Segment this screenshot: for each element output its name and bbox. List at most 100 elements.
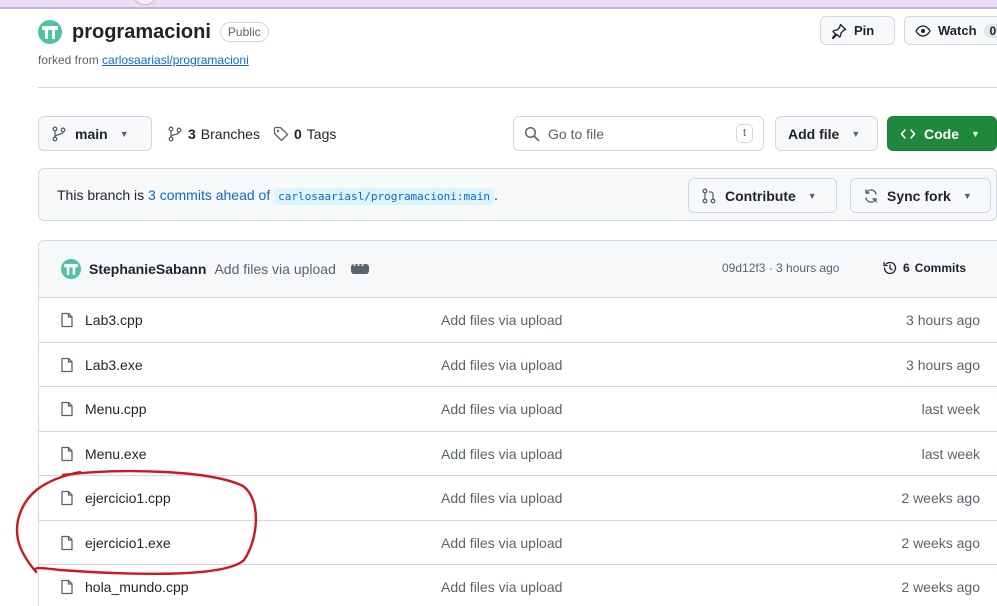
commits-ahead-link[interactable]: 3 commits ahead of (148, 187, 270, 203)
file-row[interactable]: Lab3.cpp Add files via upload 3 hours ago (39, 298, 997, 343)
file-row[interactable]: Menu.exe Add files via upload last week (39, 432, 997, 476)
file-icon (61, 401, 73, 417)
commit-author[interactable]: StephanieSabann (89, 261, 206, 277)
fork-status-suffix: . (494, 187, 498, 203)
chevron-down-icon: ▼ (971, 128, 980, 139)
fork-status-text: This branch is 3 commits ahead of carlos… (57, 187, 498, 205)
branch-name: main (75, 125, 108, 142)
shortcut-key: t (735, 124, 753, 143)
branch-selector[interactable]: main ▼ (38, 116, 152, 151)
commit-hash-time[interactable]: 09d12f3 · 3 hours ago (722, 261, 839, 275)
forked-prefix: forked from (38, 53, 99, 67)
file-commit-message[interactable]: Add files via upload (441, 446, 562, 462)
author-avatar-icon[interactable] (61, 259, 81, 279)
repo-header: programacioni Public (38, 20, 269, 44)
commit-message[interactable]: Add files via upload (214, 261, 335, 277)
pin-button[interactable]: Pin (820, 16, 895, 45)
repo-name[interactable]: programacioni (72, 21, 211, 44)
watch-count: 0 (983, 23, 997, 38)
chevron-down-icon: ▼ (962, 190, 972, 201)
git-branch-icon (52, 126, 66, 141)
file-row[interactable]: Lab3.exe Add files via upload 3 hours ago (39, 343, 997, 387)
file-icon (61, 312, 73, 328)
sync-fork-button[interactable]: Sync fork ▼ (850, 178, 991, 213)
tag-icon (273, 126, 289, 141)
code-label: Code (924, 125, 959, 142)
file-row[interactable]: ejercicio1.cpp Add files via upload 2 week… (39, 476, 997, 521)
file-commit-date: 2 weeks ago (901, 534, 980, 551)
fork-status-prefix: This branch is (57, 187, 145, 203)
upstream-ref[interactable]: carlosaariasl/programacioni:main (274, 188, 495, 205)
file-commit-message[interactable]: Add files via upload (441, 312, 562, 328)
git-branch-icon (168, 126, 182, 141)
chevron-down-icon: ▼ (807, 190, 817, 201)
file-commit-date: 2 weeks ago (901, 490, 980, 506)
file-icon (61, 357, 73, 372)
branches-label: Branches (200, 125, 260, 142)
chevron-down-icon: ▼ (119, 128, 129, 139)
file-name[interactable]: Lab3.cpp (85, 312, 143, 328)
eye-icon (915, 24, 931, 37)
file-rows: Lab3.cpp Add files via upload 3 hours ago L… (39, 298, 997, 606)
tags-count: 0 (294, 125, 302, 142)
add-file-button[interactable]: Add file ▼ (775, 116, 878, 151)
file-commit-message[interactable]: Add files via upload (441, 401, 562, 417)
file-icon (61, 490, 73, 506)
file-name[interactable]: ejercicio1.exe (85, 535, 171, 551)
file-name[interactable]: ejercicio1.cpp (85, 490, 171, 506)
history-icon (883, 261, 897, 275)
visibility-badge: Public (219, 22, 269, 42)
pin-icon (831, 23, 847, 39)
pull-request-icon (702, 188, 716, 203)
pin-label: Pin (854, 23, 875, 38)
code-icon (900, 128, 916, 139)
file-commit-date: 3 hours ago (906, 312, 980, 328)
browser-top-strip (0, 0, 997, 11)
file-row[interactable]: Menu.cpp Add files via upload last week (39, 387, 997, 432)
file-icon (61, 579, 73, 595)
tags-label: Tags (306, 125, 337, 142)
file-commit-message[interactable]: Add files via upload (441, 357, 562, 373)
commit-details-button[interactable] (350, 258, 369, 274)
latest-commit-bar: StephanieSabann Add files via upload 09d… (39, 241, 997, 298)
fork-status-box: This branch is 3 commits ahead of carlos… (38, 168, 997, 221)
file-commit-date: last week (921, 445, 980, 462)
go-to-file-placeholder: Go to file (548, 125, 605, 142)
sync-icon (865, 188, 877, 203)
file-commit-message[interactable]: Add files via upload (441, 579, 562, 595)
contribute-button[interactable]: Contribute ▼ (688, 178, 837, 213)
branches-count: 3 (188, 125, 196, 142)
file-row[interactable]: hola_mundo.cpp Add files via upload 2 week… (39, 565, 997, 606)
tags-link[interactable]: 0 Tags (273, 116, 336, 151)
chevron-down-icon: ▼ (851, 128, 861, 139)
file-name[interactable]: hola_mundo.cpp (85, 579, 189, 595)
search-icon (524, 126, 540, 141)
file-icon (61, 535, 73, 550)
file-commit-date: 2 weeks ago (901, 579, 980, 595)
file-commit-message[interactable]: Add files via upload (441, 535, 562, 551)
file-commit-message[interactable]: Add files via upload (441, 490, 562, 506)
forked-from: forked from carlosaariasl/programacioni (38, 53, 249, 67)
go-to-file-input[interactable]: Go to file t (513, 116, 764, 151)
watch-button[interactable]: Watch 0 (904, 16, 997, 45)
file-name[interactable]: Menu.exe (85, 446, 146, 462)
commits-label: Commits (914, 261, 967, 275)
file-list: StephanieSabann Add files via upload 09d… (38, 240, 997, 606)
branches-link[interactable]: 3 Branches (167, 116, 260, 151)
file-icon (61, 446, 73, 461)
contribute-label: Contribute (725, 187, 796, 204)
add-file-label: Add file (788, 125, 840, 142)
file-name[interactable]: Menu.cpp (85, 401, 146, 417)
code-button[interactable]: Code ▼ (887, 116, 997, 151)
file-name[interactable]: Lab3.exe (85, 357, 143, 373)
file-row[interactable]: ejercicio1.exe Add files via upload 2 week… (39, 521, 997, 565)
file-commit-date: last week (921, 401, 980, 417)
commits-history-link[interactable]: 6 Commits (882, 260, 966, 276)
repo-avatar-icon (38, 20, 62, 44)
sync-fork-label: Sync fork (887, 187, 951, 204)
watch-label: Watch (938, 23, 977, 38)
header-divider (38, 87, 997, 88)
file-commit-date: 3 hours ago (906, 356, 980, 373)
forked-link[interactable]: carlosaariasl/programacioni (102, 53, 249, 67)
commits-count: 6 (903, 261, 910, 275)
